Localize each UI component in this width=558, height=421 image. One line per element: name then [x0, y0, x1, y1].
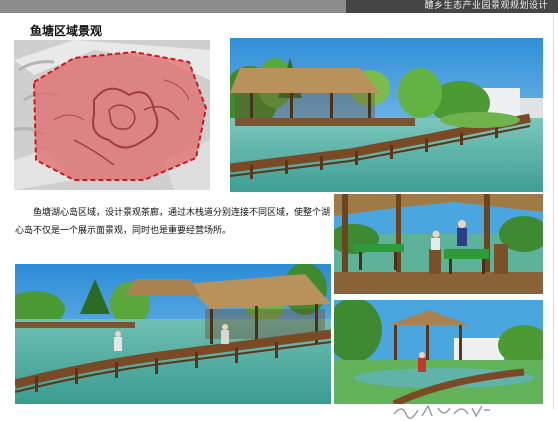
rendering-boardwalk-view — [15, 264, 331, 404]
fish-pond-zone — [32, 50, 208, 181]
signature-logo — [392, 402, 492, 421]
rendering-tea-pavilion-overview — [230, 38, 543, 192]
section-title: 鱼塘区域景观 — [30, 24, 103, 38]
header-title: 醴乡生态产业园景观规划设计 — [424, 1, 548, 11]
page: 醴乡生态产业园景观规划设计 鱼塘区域景观 鱼塘湖心岛区域，设计景观茶廊，通过木栈… — [0, 0, 558, 421]
description-text: 鱼塘湖心岛区域，设计景观茶廊，通过木栈道分别连接不同区域，使整个湖心岛不仅是一个… — [15, 208, 331, 236]
rendering-tea-pavilion-interior — [334, 194, 543, 294]
rendering-pavilion-exterior — [334, 300, 543, 404]
site-plan-map — [14, 40, 210, 190]
right-divider — [553, 14, 554, 409]
